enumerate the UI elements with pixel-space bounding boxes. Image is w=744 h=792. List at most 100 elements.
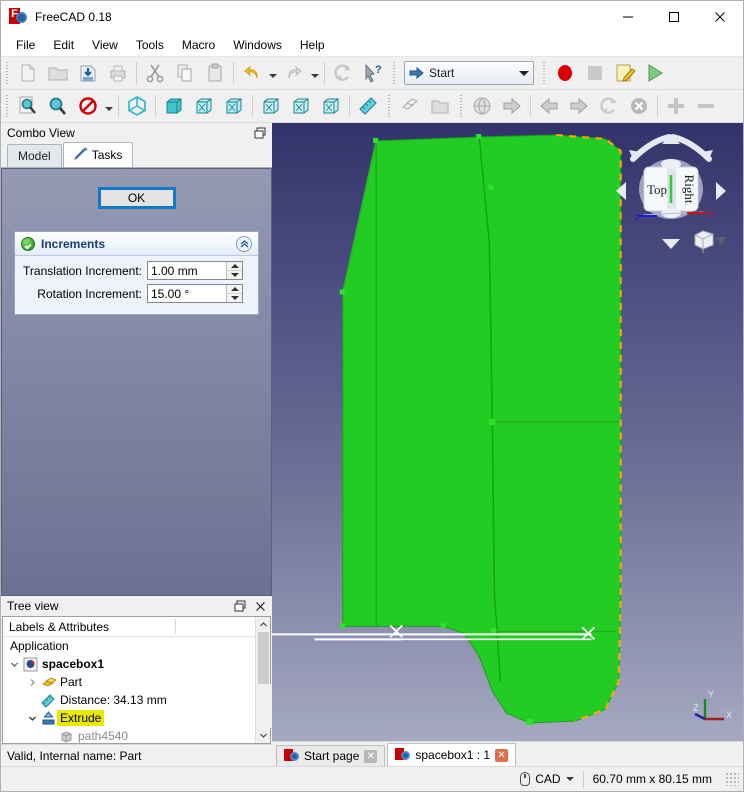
rear-view-icon[interactable] [256,92,286,120]
minimize-button[interactable] [605,1,651,33]
menu-macro[interactable]: Macro [173,35,224,55]
cut-icon[interactable] [140,59,170,87]
menu-help[interactable]: Help [291,35,334,55]
bottom-view-icon[interactable] [286,92,316,120]
workbench-toolbar-grip[interactable] [391,62,398,84]
create-part-icon[interactable] [395,92,425,120]
ok-button[interactable]: OK [97,187,176,209]
workbench-selector[interactable]: Start [404,61,534,85]
tree-status-text: Valid, Internal name: Part [1,744,272,766]
browser-stop-icon[interactable] [624,92,654,120]
menu-edit[interactable]: Edit [44,35,83,55]
tab-spacebox1[interactable]: spacebox1 : 1 ✕ [387,743,517,766]
top-view-icon[interactable] [189,92,219,120]
copy-icon[interactable] [170,59,200,87]
tree-label: Application [10,639,69,653]
macro-execute-icon[interactable] [640,59,670,87]
tree-scrollbar[interactable] [255,617,271,743]
svg-text:?: ? [375,64,382,76]
chevron-down-icon[interactable] [519,70,529,76]
translation-increment-input[interactable]: 1.00 mm [147,261,243,280]
3d-viewport[interactable]: 34.13 mm [272,123,743,741]
tab-start-page[interactable]: Start page ✕ [276,745,386,766]
tab-tasks[interactable]: Tasks [62,142,134,167]
draw-style-dropdown-icon[interactable] [103,92,115,120]
browser-refresh-icon[interactable] [594,92,624,120]
front-view-icon[interactable] [159,92,189,120]
translation-increment-stepper[interactable] [226,262,242,279]
dimensions-label: 60.70 mm x 80.15 mm [592,772,712,786]
scroll-down-icon[interactable] [256,728,271,743]
zoom-out-icon[interactable] [691,92,721,120]
menu-file[interactable]: File [7,35,44,55]
macro-edit-icon[interactable] [610,59,640,87]
maximize-button[interactable] [651,1,697,33]
rotation-increment-stepper[interactable] [226,285,242,302]
browser-back-icon[interactable] [534,92,564,120]
whats-this-icon[interactable]: ? [358,59,388,87]
expander-icon[interactable] [7,660,21,669]
zoom-in-icon[interactable] [661,92,691,120]
browser-forward-icon[interactable] [564,92,594,120]
view-toolbar-grip[interactable] [4,95,11,117]
resize-grip[interactable] [725,772,739,786]
shape-icon [57,729,75,744]
paste-icon[interactable] [200,59,230,87]
macro-stop-icon[interactable] [580,59,610,87]
column-divider[interactable] [175,619,176,634]
web-toolbar-grip[interactable] [458,95,465,117]
measure-icon[interactable] [353,92,383,120]
menu-tools[interactable]: Tools [127,35,173,55]
menu-windows[interactable]: Windows [224,35,291,55]
save-document-icon[interactable] [73,59,103,87]
menu-view[interactable]: View [83,35,127,55]
macro-record-icon[interactable] [550,59,580,87]
browser-go-icon[interactable] [497,92,527,120]
navigation-style-cell[interactable]: CAD [511,770,582,789]
new-document-icon[interactable] [13,59,43,87]
chevron-up-icon[interactable] [236,235,252,252]
redo-icon[interactable] [279,59,309,87]
left-view-icon[interactable] [316,92,346,120]
fit-all-icon[interactable] [13,92,43,120]
undo-icon[interactable] [237,59,267,87]
chevron-down-icon[interactable] [565,777,574,781]
navigation-cube[interactable]: z x Top Right [611,131,731,261]
redo-dropdown-icon[interactable] [309,59,321,87]
tree-row-spacebox1[interactable]: spacebox1 [3,655,255,673]
open-document-icon[interactable] [43,59,73,87]
tree-row-part[interactable]: Part [3,673,255,691]
tree-row-path4540[interactable]: path4540 [3,727,255,743]
rotation-increment-input[interactable]: 15.00 ° [147,284,243,303]
tree-close-icon[interactable] [252,598,268,614]
tree-row-application[interactable]: Application [3,637,255,655]
scroll-thumb[interactable] [257,632,269,684]
tree-column-header[interactable]: Labels & Attributes [3,617,255,637]
browser-home-icon[interactable] [467,92,497,120]
tree-undock-icon[interactable] [232,598,248,614]
refresh-icon[interactable] [328,59,358,87]
right-view-icon[interactable] [219,92,249,120]
fit-selection-icon[interactable] [43,92,73,120]
expander-icon[interactable] [25,678,39,687]
expander-icon[interactable] [25,714,39,723]
structure-toolbar-grip[interactable] [386,95,393,117]
tree-row-extrude[interactable]: Extrude [3,709,255,727]
tab-model-label: Model [18,149,51,163]
macro-toolbar-grip[interactable] [541,62,548,84]
tab-model[interactable]: Model [7,144,62,167]
undo-dropdown-icon[interactable] [267,59,279,87]
isometric-view-icon[interactable] [122,92,152,120]
tab-start-page-close-icon[interactable]: ✕ [364,749,378,763]
increments-header[interactable]: Increments [15,232,258,256]
close-button[interactable] [697,1,743,33]
undock-icon[interactable] [252,125,268,141]
toolbar-grip[interactable] [4,62,11,84]
tab-spacebox1-close-icon[interactable]: ✕ [495,748,509,762]
create-group-icon[interactable] [425,92,455,120]
print-document-icon[interactable] [103,59,133,87]
scroll-up-icon[interactable] [256,617,271,632]
scroll-track[interactable] [255,684,271,728]
draw-style-icon[interactable] [73,92,103,120]
tree-row-distance[interactable]: Distance: 34.13 mm [3,691,255,709]
